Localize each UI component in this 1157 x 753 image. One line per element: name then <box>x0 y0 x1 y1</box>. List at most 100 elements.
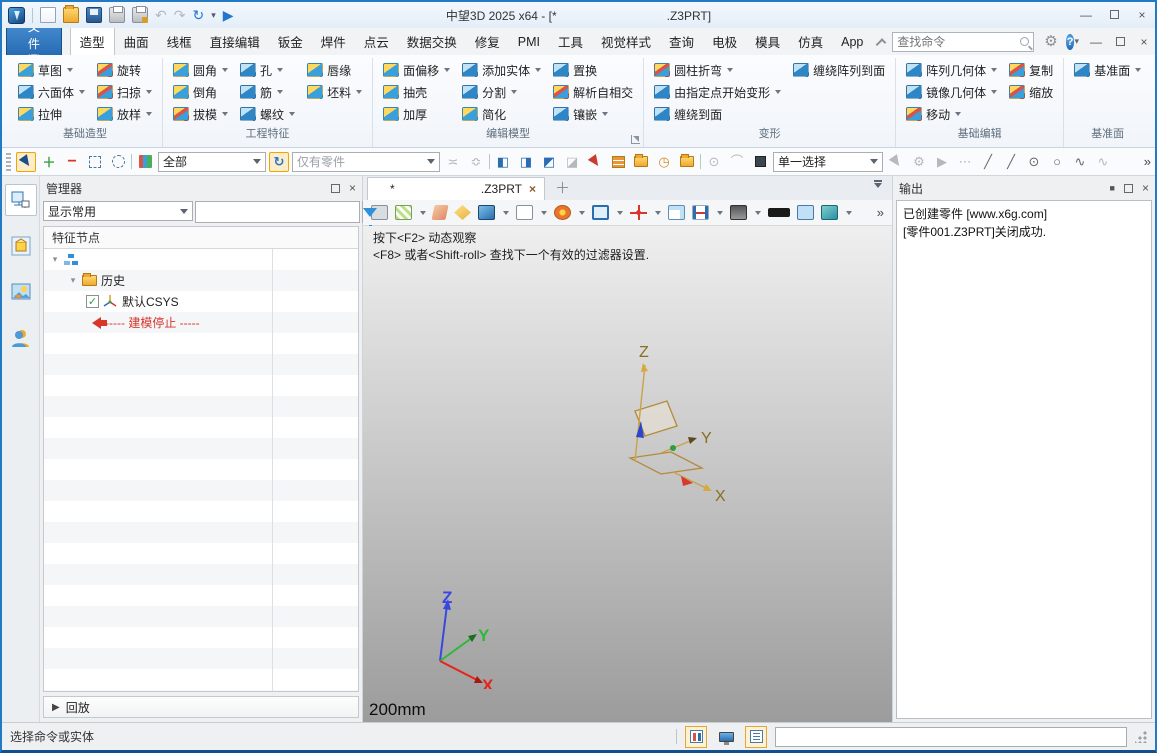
save-icon[interactable] <box>86 7 102 23</box>
dropdown-caret[interactable] <box>755 211 761 215</box>
center-snap-icon[interactable]: ⊙ <box>1024 152 1044 172</box>
display-monitor-button[interactable] <box>715 726 737 748</box>
open-file-icon[interactable] <box>63 7 79 23</box>
dropdown-caret[interactable] <box>991 90 997 94</box>
toolbar-overflow-icon[interactable]: » <box>1144 154 1151 170</box>
redo-icon[interactable]: ↷ <box>174 7 186 23</box>
help-caret-icon[interactable]: ▾ <box>1074 36 1079 47</box>
visual-manager-dock-button[interactable] <box>5 230 37 262</box>
chamfer-button[interactable]: 倒角 <box>169 83 232 102</box>
dropdown-caret[interactable] <box>617 211 623 215</box>
snap-icon[interactable]: ⊙ <box>704 152 724 172</box>
add-shape-button[interactable]: 添加实体 <box>458 61 545 80</box>
dropdown-caret[interactable] <box>79 90 85 94</box>
face-display-icon[interactable] <box>821 205 838 220</box>
eraser-icon[interactable] <box>431 205 448 220</box>
tab-data-exchange[interactable]: 数据交换 <box>398 28 466 55</box>
tree-filter-input[interactable] <box>195 201 360 223</box>
tab-direct-edit[interactable]: 直接编辑 <box>201 28 269 55</box>
extrude-button[interactable]: 拉伸 <box>14 105 89 124</box>
tab-app[interactable]: App <box>832 31 872 53</box>
manager-close-icon[interactable]: × <box>349 181 356 195</box>
face-offset-button[interactable]: 面偏移 <box>379 61 454 80</box>
tree-collapse-icon[interactable]: ▾ <box>68 275 78 286</box>
undo-icon[interactable]: ↶ <box>155 7 167 23</box>
entity-list-icon[interactable] <box>608 152 628 172</box>
tab-visualize[interactable]: 视觉样式 <box>592 28 660 55</box>
wireframe-display-icon[interactable] <box>516 205 533 220</box>
pick-cursor-button[interactable] <box>16 152 36 172</box>
spline-snap-icon[interactable]: ∿ <box>1093 152 1113 172</box>
pick-chain-icon[interactable]: ◩ <box>539 152 559 172</box>
stop-pick-icon[interactable] <box>750 152 770 172</box>
dropdown-caret[interactable] <box>1135 68 1141 72</box>
pick-settings-gear-icon[interactable]: ⚙ <box>909 152 929 172</box>
thicken-button[interactable]: 加厚 <box>379 105 454 124</box>
status-input[interactable] <box>775 727 1127 747</box>
tab-electrode[interactable]: 电极 <box>703 28 746 55</box>
replay-bar[interactable]: ▶ 回放 <box>43 696 359 718</box>
play-icon[interactable]: ▶ <box>223 7 234 23</box>
tab-mold[interactable]: 模具 <box>746 28 789 55</box>
tab-point-cloud[interactable]: 点云 <box>355 28 398 55</box>
viewport[interactable]: 按下<F2> 动态观察 <F8> 或者<Shift-roll> 查找下一个有效的… <box>363 226 892 722</box>
loft-button[interactable]: 放样 <box>93 105 156 124</box>
dimension-icon[interactable] <box>692 205 709 220</box>
output-close-icon[interactable]: × <box>1142 181 1149 195</box>
pick-previous-icon[interactable]: ◧ <box>493 152 513 172</box>
tree-history-row[interactable]: ▾ 历史 <box>44 270 358 291</box>
select-mode-combo[interactable]: 单一选择 <box>773 152 883 172</box>
add-pick-icon[interactable]: ＋ <box>39 152 59 172</box>
simplify-button[interactable]: 简化 <box>458 105 545 124</box>
emboss-button[interactable]: 镶嵌 <box>549 105 637 124</box>
dropdown-caret[interactable] <box>602 112 608 116</box>
tree-collapse-icon[interactable]: ▾ <box>50 254 60 265</box>
tree-csys-row[interactable]: ✓ 默认CSYS <box>44 291 358 312</box>
command-search-input[interactable] <box>897 35 1020 49</box>
lip-button[interactable]: 唇缘 <box>303 61 366 80</box>
display-mode-combo[interactable]: 显示常用 <box>43 201 193 221</box>
pick-depth-icon[interactable]: ≎ <box>466 152 486 172</box>
dropdown-caret[interactable] <box>775 90 781 94</box>
pick-tolerance-icon[interactable]: ≍ <box>443 152 463 172</box>
pick-last-icon[interactable] <box>585 152 605 172</box>
tab-surface[interactable]: 曲面 <box>115 28 158 55</box>
zoom-window-icon[interactable] <box>592 205 609 220</box>
output-restore-icon[interactable] <box>1124 184 1133 193</box>
new-file-icon[interactable] <box>40 7 56 23</box>
remove-pick-icon[interactable]: − <box>62 152 82 172</box>
tab-sheet-metal[interactable]: 钣金 <box>269 28 312 55</box>
csys-checkbox[interactable]: ✓ <box>86 295 99 308</box>
replay-expand-icon[interactable]: ▶ <box>52 702 60 713</box>
dropdown-caret[interactable] <box>846 211 852 215</box>
rib-button[interactable]: 筋 <box>236 83 299 102</box>
recent-clock-icon[interactable]: ◷ <box>654 152 674 172</box>
batch-print-icon[interactable] <box>132 7 148 23</box>
dropdown-caret[interactable] <box>222 112 228 116</box>
draft-button[interactable]: 拔模 <box>169 105 232 124</box>
point-on-line-snap-icon[interactable]: ╱ <box>1001 152 1021 172</box>
divide-button[interactable]: 分割 <box>458 83 545 102</box>
doc-close-button[interactable]: × <box>1137 35 1151 49</box>
dropdown-caret[interactable] <box>541 211 547 215</box>
close-button[interactable]: × <box>1135 8 1149 22</box>
tab-tools[interactable]: 工具 <box>549 28 592 55</box>
show-panel-button[interactable] <box>685 726 707 748</box>
wrap-to-face-button[interactable]: 缠绕到面 <box>650 105 785 124</box>
dropdown-caret[interactable] <box>67 68 73 72</box>
pattern-icon[interactable] <box>395 205 412 220</box>
history-folder-icon[interactable] <box>631 152 651 172</box>
restore-button[interactable] <box>1107 8 1121 22</box>
tab-weldment[interactable]: 焊件 <box>312 28 355 55</box>
section-view-icon[interactable] <box>554 205 571 220</box>
move-button[interactable]: 移动 <box>902 105 1001 124</box>
tab-wireframe[interactable]: 线框 <box>158 28 201 55</box>
shell-button[interactable]: 抽壳 <box>379 83 454 102</box>
cylindrical-bend-button[interactable]: 圆柱折弯 <box>650 61 785 80</box>
pick-all-icon[interactable]: ◪ <box>562 152 582 172</box>
datum-plane-button[interactable]: 基准面 <box>1070 61 1145 80</box>
sweep-button[interactable]: 扫掠 <box>93 83 156 102</box>
filter-combo[interactable]: 全部 <box>158 152 266 172</box>
tab-list-caret-icon[interactable] <box>874 183 882 188</box>
quick-access-caret-icon[interactable]: ▾ <box>211 7 216 23</box>
